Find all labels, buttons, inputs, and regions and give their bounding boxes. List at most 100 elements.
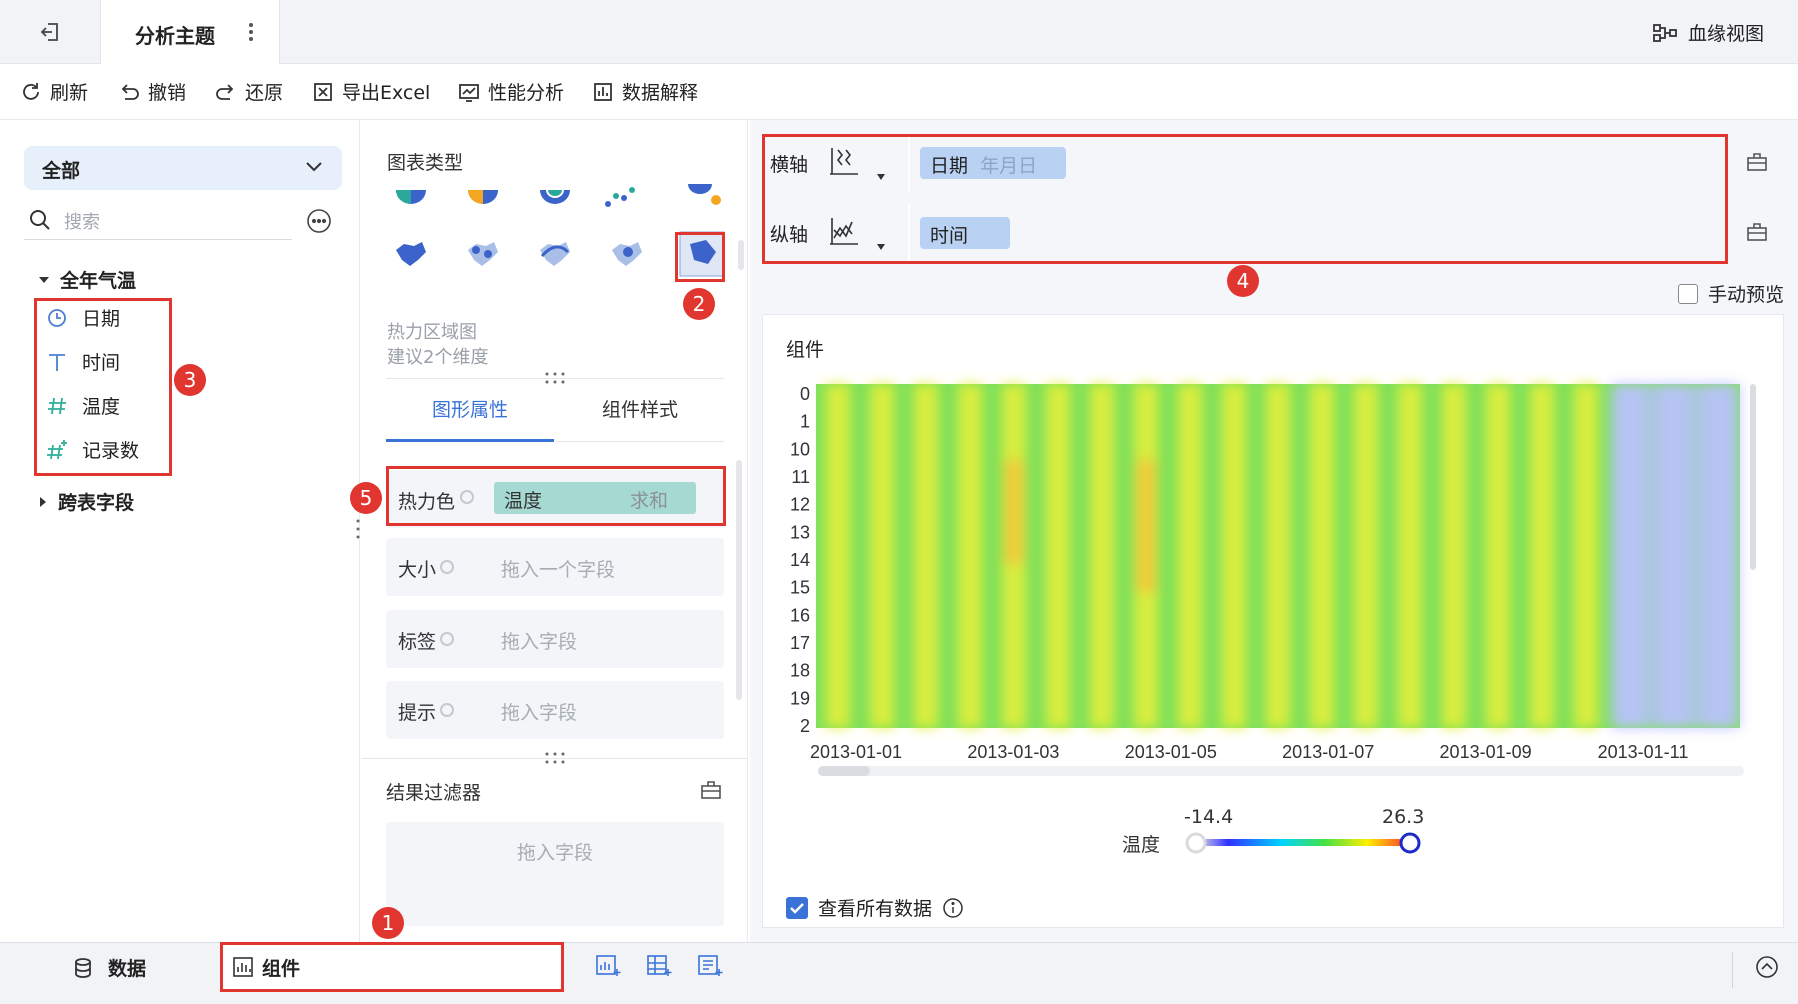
y-tick-label: 15: [790, 578, 810, 598]
x-tick-label: 2013-01-05: [1125, 742, 1217, 762]
scope-select[interactable]: 全部: [24, 146, 342, 190]
tab-data[interactable]: 数据: [72, 954, 146, 981]
chevron-down-icon: [306, 162, 322, 172]
chart-type-scrollbar[interactable]: [738, 240, 744, 270]
view-all-checkbox[interactable]: [786, 896, 808, 919]
search-placeholder: 搜索: [64, 212, 100, 233]
tab-component-style-label: 组件样式: [601, 399, 678, 421]
x-tick-layer: 2013-01-01 2013-01-03 2013-01-05 2013-01-07…: [810, 742, 1688, 762]
divider: [362, 758, 748, 759]
tooltip-label: 提示: [398, 702, 437, 724]
step-badge-2: 2: [683, 288, 715, 320]
chart-type-multi-pie[interactable]: [468, 190, 498, 204]
chart-type-map-region[interactable]: [396, 242, 426, 266]
more-vertical-icon[interactable]: [248, 22, 254, 42]
add-chart-component-icon[interactable]: [595, 954, 621, 978]
y-tick-label: 16: [790, 605, 810, 625]
y-tick-label: 12: [790, 495, 810, 515]
x-tick-label: 2013-01-01: [810, 742, 902, 762]
more-options-icon[interactable]: [306, 208, 332, 234]
export-excel-button[interactable]: 导出Excel: [312, 78, 430, 105]
tooltip-placeholder: 拖入字段: [501, 702, 578, 724]
result-filter-title: 结果过滤器: [386, 782, 482, 804]
add-table-component-icon[interactable]: [646, 954, 672, 978]
tooltip-slot[interactable]: 提示 拖入字段: [386, 681, 724, 739]
y-axis-settings-icon[interactable]: [1746, 222, 1768, 242]
settings-icon[interactable]: [440, 632, 454, 646]
export-label: 导出Excel: [342, 82, 431, 104]
heat-band: [1353, 384, 1379, 728]
label-slot[interactable]: 标签 拖入字段: [386, 610, 724, 668]
y-scrollbar-thumb[interactable]: [1750, 384, 1756, 570]
chart-type-bubble[interactable]: [688, 184, 721, 205]
y-tick-label: 14: [790, 550, 810, 570]
caret-down-icon: [39, 276, 49, 283]
chart-type-ring[interactable]: [540, 190, 570, 204]
info-icon[interactable]: [942, 897, 964, 919]
legend-max-handle[interactable]: [1399, 832, 1421, 854]
undo-button[interactable]: 撤销: [118, 78, 186, 105]
scope-select-value: 全部: [42, 160, 81, 182]
label-placeholder: 拖入字段: [501, 631, 578, 653]
lineage-icon: [1653, 23, 1677, 42]
selected-chart-name: 热力区域图: [387, 322, 477, 343]
chart-type-scatter[interactable]: [605, 187, 635, 207]
y-tick-label: 0: [800, 384, 810, 404]
performance-button[interactable]: 性能分析: [458, 78, 564, 105]
cross-table-group[interactable]: 跨表字段: [38, 488, 134, 515]
explain-icon: [594, 82, 612, 101]
x-scrollbar-thumb[interactable]: [818, 766, 870, 776]
legend-min-handle[interactable]: [1185, 832, 1207, 854]
heat-band: [1265, 384, 1291, 728]
tab-graph-props[interactable]: 图形属性: [386, 396, 554, 442]
highlight-chart-type: [675, 232, 725, 282]
settings-icon[interactable]: [440, 703, 454, 717]
manual-preview-toggle[interactable]: 手动预览: [1678, 280, 1784, 307]
heat-band: [1309, 384, 1335, 728]
filter-drop-zone[interactable]: 拖入字段: [386, 822, 724, 926]
y-tick-label: 17: [790, 633, 810, 653]
tab-component-style[interactable]: 组件样式: [556, 396, 724, 442]
redo-icon: [216, 83, 234, 100]
marks-scrollbar[interactable]: [736, 460, 742, 700]
chart-type-map-heat[interactable]: [612, 242, 642, 266]
heat-band: [1441, 384, 1467, 728]
settings-icon[interactable]: [440, 560, 454, 574]
heat-hotspot: [1004, 459, 1024, 564]
lineage-view-button[interactable]: 血缘视图: [1652, 19, 1764, 46]
chart-type-map-flow[interactable]: [540, 242, 570, 266]
search-icon: [30, 210, 50, 230]
performance-icon: [459, 83, 479, 102]
group-header[interactable]: 全年气温: [38, 266, 136, 293]
manual-preview-checkbox[interactable]: [1678, 283, 1698, 304]
view-all-data-toggle[interactable]: 查看所有数据: [786, 894, 964, 921]
heat-band: [1397, 384, 1423, 728]
chart-type-pie[interactable]: [396, 190, 426, 204]
filter-settings-icon[interactable]: [700, 780, 722, 800]
refresh-label: 刷新: [50, 82, 89, 104]
y-tick-label: 19: [790, 688, 810, 708]
heat-band: [1045, 384, 1071, 728]
size-slot[interactable]: 大小 拖入一个字段: [386, 538, 724, 596]
search-box[interactable]: 搜索: [24, 204, 292, 240]
heat-band: [869, 384, 895, 728]
exit-icon[interactable]: [38, 20, 62, 44]
heat-band: [1573, 384, 1599, 728]
x-axis-settings-icon[interactable]: [1746, 152, 1768, 172]
x-scrollbar-track[interactable]: [818, 766, 1744, 776]
step-badge-5: 5: [350, 482, 382, 514]
chart-type-map-point[interactable]: [468, 242, 498, 266]
x-tick-label: 2013-01-03: [967, 742, 1059, 762]
size-label: 大小: [398, 559, 437, 581]
legend-max-label: 26.3: [1382, 806, 1425, 828]
refresh-button[interactable]: 刷新: [20, 78, 88, 105]
redo-button[interactable]: 还原: [215, 78, 283, 105]
data-explain-button[interactable]: 数据解释: [592, 78, 698, 105]
excel-icon: [314, 82, 332, 101]
legend-min-label: -14.4: [1184, 806, 1234, 828]
heat-band: [1177, 384, 1203, 728]
chart-type-title: 图表类型: [387, 152, 464, 174]
collapse-up-icon[interactable]: [1755, 955, 1779, 979]
tab-graph-props-label: 图形属性: [431, 399, 508, 421]
add-filter-component-icon[interactable]: [697, 954, 723, 978]
